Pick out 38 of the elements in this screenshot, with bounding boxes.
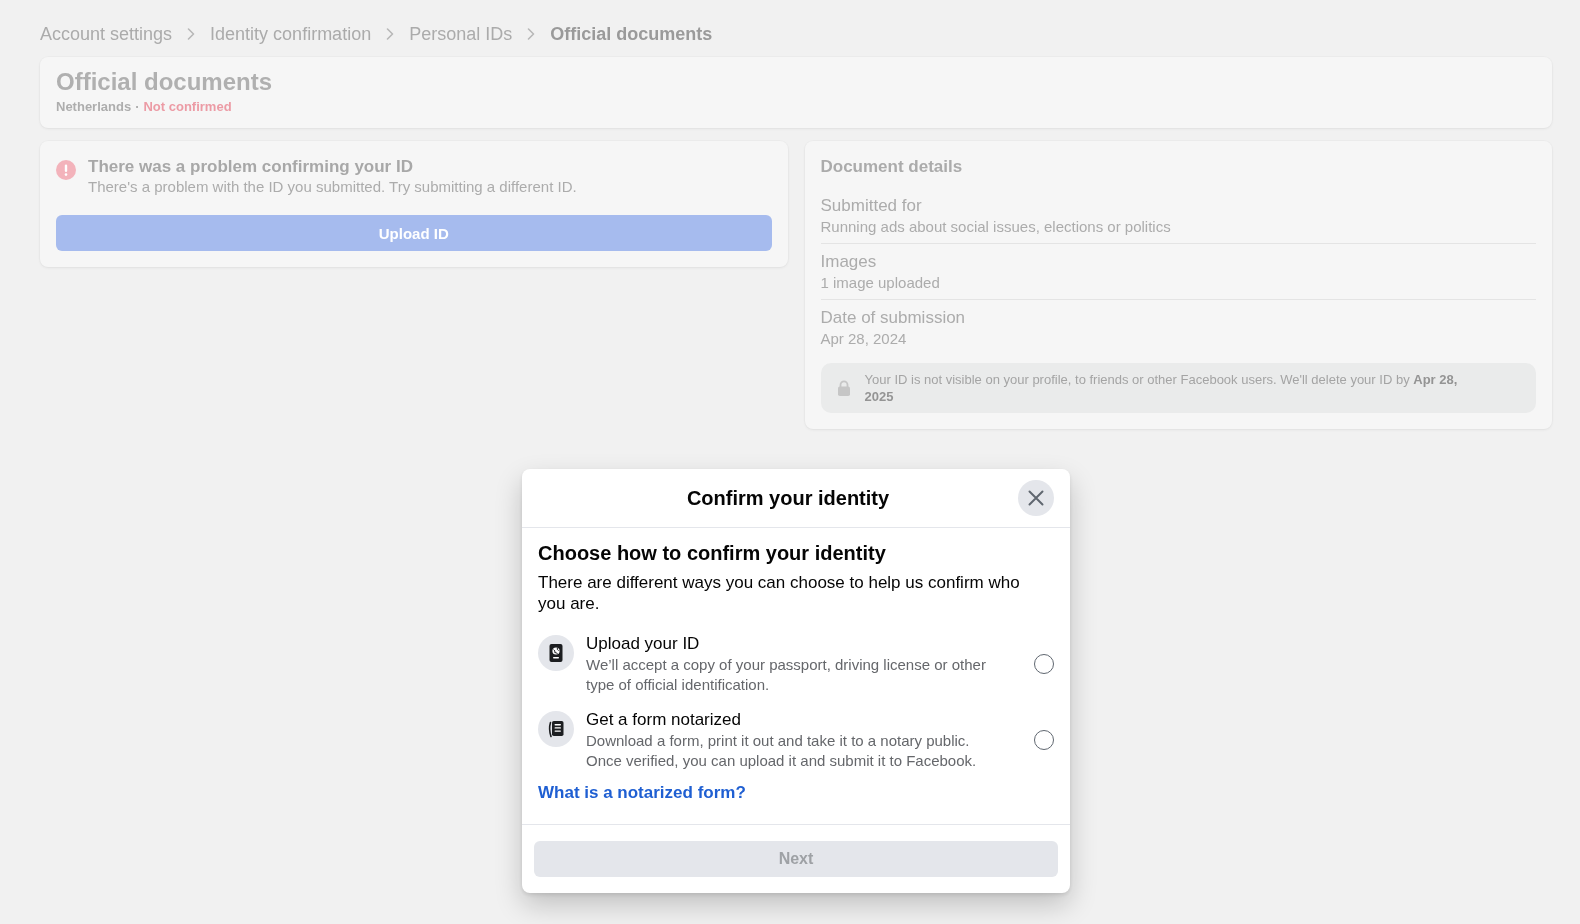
dialog-description: There are different ways you can choose to help us confirm who you are. bbox=[538, 572, 1021, 614]
status-label: Not confirmed bbox=[143, 99, 232, 115]
help-link[interactable]: What is a notarized form? bbox=[538, 782, 746, 804]
problem-description: There's a problem with the ID you submitted. Try submitting a different ID. bbox=[88, 177, 577, 197]
problem-title: There was a problem confirming your ID bbox=[88, 157, 413, 177]
radio-button[interactable] bbox=[1034, 654, 1054, 674]
chevron-right-icon bbox=[187, 28, 196, 40]
breadcrumb-link[interactable]: Personal IDs bbox=[409, 23, 513, 45]
details-title: Document details bbox=[820, 157, 963, 177]
chevron-right-icon bbox=[386, 28, 395, 40]
detail-label: Submitted for bbox=[820, 195, 922, 217]
detail-value: Running ads about social issues, elections or politics bbox=[820, 217, 1171, 237]
separator-dot: · bbox=[135, 99, 140, 115]
chevron-right-icon bbox=[527, 28, 536, 40]
error-icon bbox=[56, 160, 76, 180]
close-icon bbox=[1028, 490, 1044, 506]
upload-id-button[interactable]: Upload ID bbox=[56, 215, 772, 251]
notice-text: Your ID is not visible on your profile, to friends or other Facebook users. We'll delete your ID by Apr 28, 2025 bbox=[864, 371, 1459, 405]
lock-icon bbox=[836, 380, 851, 396]
close-button[interactable] bbox=[1018, 480, 1054, 516]
option-description: We’ll accept a copy of your passport, driving license or other type of official identification. bbox=[586, 655, 987, 695]
documents-icon bbox=[538, 711, 574, 747]
option-description: Download a form, print it out and take it to a notary public. Once verified, you can upload it and submit it to Facebook. bbox=[586, 731, 978, 771]
breadcrumb-link[interactable]: Identity confirmation bbox=[210, 23, 372, 45]
dialog-title: Confirm your identity bbox=[686, 486, 890, 510]
breadcrumb-link[interactable]: Official documents bbox=[550, 23, 713, 45]
passport-icon bbox=[538, 635, 574, 671]
detail-label: Date of submission bbox=[820, 307, 966, 329]
detail-label: Images bbox=[820, 251, 877, 273]
detail-value: Apr 28, 2024 bbox=[820, 329, 907, 349]
breadcrumb-link[interactable]: Account settings bbox=[40, 23, 173, 45]
page-title: Official documents bbox=[56, 68, 273, 96]
dialog-heading: Choose how to confirm your identity bbox=[538, 541, 886, 565]
option-title: Upload your ID bbox=[586, 633, 700, 655]
option-title: Get a form notarized bbox=[586, 709, 741, 731]
detail-value: 1 image uploaded bbox=[820, 273, 940, 293]
radio-button[interactable] bbox=[1034, 730, 1054, 750]
country-label: Netherlands bbox=[56, 99, 132, 115]
